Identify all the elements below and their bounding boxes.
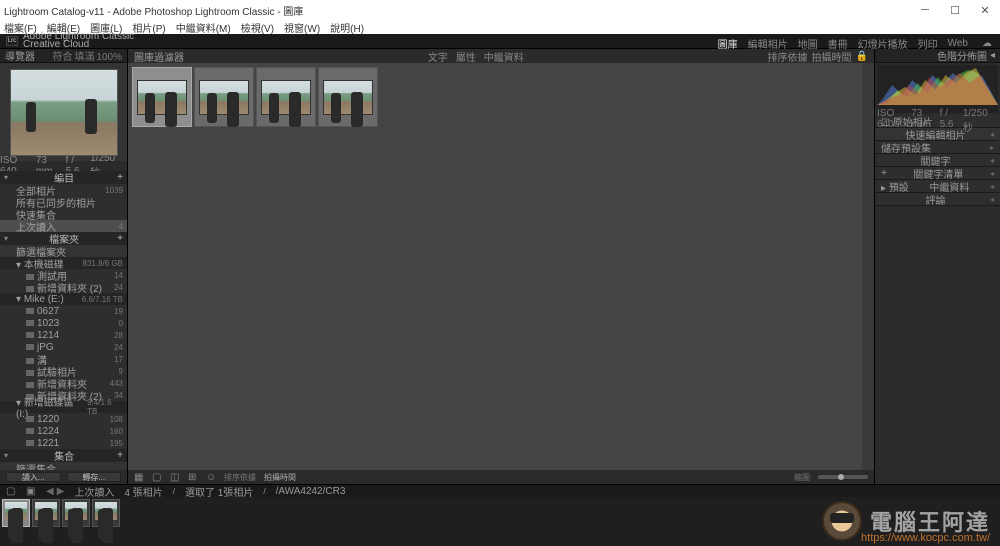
filmstrip: ▢ ▣ ◀▶ 上次讀入 4 張相片/ 選取了 1張相片/ /AWA4242/CR… [0,484,1000,531]
navigator-meta: ISO 64073 mmf / 5.61/250 秒 [0,161,127,171]
grid-cell[interactable] [132,67,192,127]
lock-icon[interactable]: 🔒 [856,51,868,62]
sort-dropdown[interactable]: 拍攝時間 [812,49,852,64]
survey-view-icon[interactable]: ⊞ [188,472,198,482]
folder-item[interactable]: 062719 [10,305,127,317]
left-panel: 導覽器 符合 填滿 100% ISO 64073 mmf / 5.61/250 … [0,49,128,484]
lr-logo-icon: Lrc [6,36,18,46]
fs-count: 4 張相片 [124,484,162,499]
identity-plate: Lrc Adobe Lightroom Classic Creative Clo… [0,34,1000,49]
library-filter-bar: 圖庫過濾器 文字 屬性 中繼資料 排序依據 拍攝時間 🔒 [128,49,874,63]
folder-item[interactable]: 1224160 [10,425,127,437]
menu-help[interactable]: 說明(H) [330,20,364,35]
module-book[interactable]: 書冊 [828,36,848,51]
histogram[interactable]: ISO 64073 mmf / 5.61/250 秒 [877,65,998,113]
filmstrip-thumb[interactable] [62,499,90,527]
watermark-url: https://www.kocpc.com.tw/ [861,532,990,544]
people-view-icon[interactable]: ☺ [206,472,216,482]
fs-selected: 選取了 1張相片 [185,484,253,499]
second-monitor-icon[interactable]: ▢ [6,486,16,496]
filmstrip-thumb[interactable] [32,499,60,527]
module-map[interactable]: 地圖 [798,36,818,51]
sort-label: 排序依據 [768,49,808,64]
filmstrip-thumb[interactable] [92,499,120,527]
window-title: Lightroom Catalog-v11 - Adobe Photoshop … [4,3,303,18]
filter-tab-text[interactable]: 文字 [428,49,448,64]
import-button[interactable]: 讀入... [6,472,61,482]
menu-window[interactable]: 視窗(W) [284,20,320,35]
grid-cell[interactable] [318,67,378,127]
right-panel: 色階分佈圖◂ ISO 64073 mmf / 5.61/250 秒 ☐ 原始相片… [874,49,1000,484]
grid-view[interactable] [128,63,874,470]
comments-header[interactable]: 評論◂ [875,193,1000,206]
titlebar: Lightroom Catalog-v11 - Adobe Photoshop … [0,0,1000,20]
menu-photo[interactable]: 相片(P) [132,20,165,35]
menu-metadata[interactable]: 中繼資料(M) [176,20,231,35]
thumbnail-size-slider[interactable] [818,475,868,479]
filter-tab-meta[interactable]: 中繼資料 [484,49,524,64]
cloud-sync-icon[interactable]: ☁ [982,38,992,49]
module-web[interactable]: Web [948,38,968,49]
sort-toolbar-value[interactable]: 拍攝時間 [264,472,296,483]
module-slideshow[interactable]: 幻燈片播放 [858,36,908,51]
filmstrip-thumbs[interactable] [0,497,1000,529]
filmstrip-nav[interactable]: ◀▶ [46,486,64,497]
filter-bar-title: 圖庫過濾器 [134,49,184,64]
navigator-header[interactable]: 導覽器 符合 填滿 100% [0,49,127,63]
module-print[interactable]: 列印 [918,36,938,51]
toolbar: ▦ ▢ ◫ ⊞ ☺ 排序依據 拍攝時間 縮圖 [128,470,874,484]
collections-filter[interactable]: 篩選集合 [0,462,127,470]
sort-toolbar-label: 排序依據 [224,472,256,483]
module-picker: 圖庫 編輯相片 地圖 書冊 幻燈片播放 列印 Web ☁ [718,37,992,49]
menu-view[interactable]: 檢視(V) [241,20,274,35]
folder-item[interactable]: 新增資料夾 (2)24 [10,281,127,293]
menubar: 檔案(F) 編輯(E) 圖庫(L) 相片(P) 中繼資料(M) 檢視(V) 視窗… [0,20,1000,34]
filmstrip-thumb[interactable] [2,499,30,527]
filmstrip-header: ▢ ▣ ◀▶ 上次讀入 4 張相片/ 選取了 1張相片/ /AWA4242/CR… [0,485,1000,497]
volume-i[interactable]: ▾ 新增磁碟區 (I:)9.4/1.6 TB [0,401,127,413]
fs-source[interactable]: 上次讀入 [74,484,114,499]
grid-scrollbar[interactable] [862,63,874,470]
close-button[interactable]: ✕ [970,0,1000,20]
compare-view-icon[interactable]: ◫ [170,472,180,482]
minimize-button[interactable]: ─ [910,0,940,20]
main-monitor-icon[interactable]: ▣ [26,486,36,496]
export-button[interactable]: 轉存... [67,472,122,482]
grid-cell[interactable] [194,67,254,127]
fs-path: /AWA4242/CR3 [276,486,346,497]
navigator-preview[interactable] [0,63,127,161]
thumb-label: 縮圖 [794,472,810,483]
volume-mike[interactable]: ▾ Mike (E:)6.6/7.16 TB [0,293,127,305]
histogram-header[interactable]: 色階分佈圖◂ [875,49,1000,63]
grid-cell[interactable] [256,67,316,127]
folder-item[interactable]: 121428 [10,329,127,341]
module-develop[interactable]: 編輯相片 [748,36,788,51]
maximize-button[interactable]: ☐ [940,0,970,20]
center-panel: 圖庫過濾器 文字 屬性 中繼資料 排序依據 拍攝時間 🔒 ▦ ▢ [128,49,874,484]
folder-item[interactable]: 10230 [10,317,127,329]
loupe-view-icon[interactable]: ▢ [152,472,162,482]
module-library[interactable]: 圖庫 [718,36,738,51]
grid-view-icon[interactable]: ▦ [134,472,144,482]
filter-tab-attr[interactable]: 屬性 [456,49,476,64]
